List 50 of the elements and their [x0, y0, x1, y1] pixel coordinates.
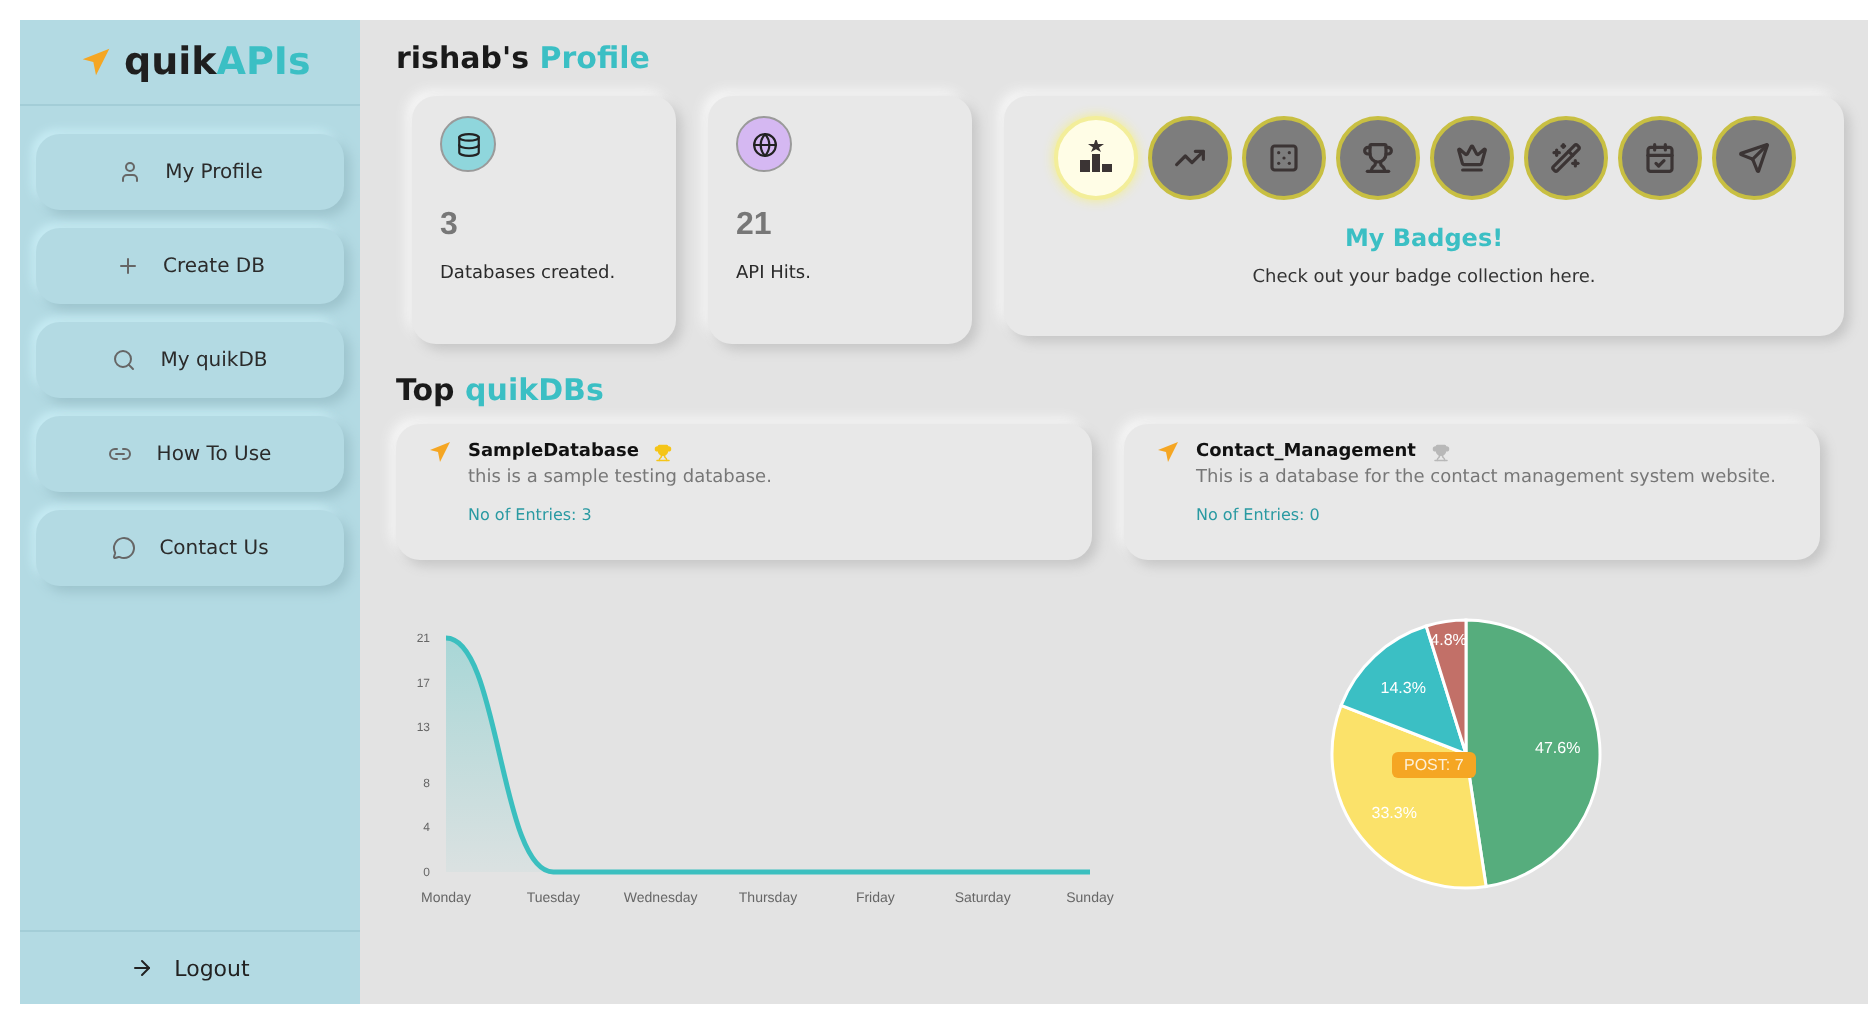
slice-label: 47.6% — [1535, 739, 1581, 758]
logout-button[interactable]: Logout — [118, 953, 262, 983]
achievement-badge[interactable] — [1147, 116, 1231, 200]
chat-bubble-icon — [111, 536, 136, 560]
magic-wand-icon — [1549, 142, 1581, 174]
arrow-right-icon — [130, 956, 155, 980]
database-description: This is a database for the contact management system website. — [1196, 468, 1778, 488]
user-icon — [117, 160, 142, 184]
achievement-badge[interactable] — [1241, 116, 1325, 200]
paper-plane-icon — [1737, 142, 1769, 174]
link-icon — [108, 442, 133, 466]
sidebar-item[interactable]: Contact Us — [36, 510, 344, 586]
achievement-badge[interactable] — [1335, 116, 1419, 200]
plus-icon — [115, 254, 140, 278]
search-icon — [112, 348, 137, 372]
paper-plane-icon — [428, 440, 452, 464]
entry-count: No of Entries: 3 — [468, 506, 594, 524]
achievement-badge[interactable] — [1617, 116, 1701, 200]
paper-plane-icon — [1156, 440, 1180, 464]
calendar-check-icon — [1643, 142, 1675, 174]
sidebar-item[interactable]: Create DB — [36, 228, 344, 304]
stat-value: 3 — [440, 208, 460, 244]
paper-plane-icon — [80, 46, 112, 78]
slice-label: 33.3% — [1371, 803, 1417, 822]
dice-icon — [1267, 142, 1299, 174]
sidebar-item[interactable]: My quikDB — [36, 322, 344, 398]
achievement-badge[interactable] — [1711, 116, 1795, 200]
badges-subtitle: Check out your badge collection here. — [1252, 268, 1596, 288]
slice-label: 14.3% — [1380, 678, 1426, 697]
database-name: Contact_Management — [1196, 442, 1416, 462]
achievement-badge[interactable] — [1429, 116, 1513, 200]
entry-count: No of Entries: 0 — [1196, 506, 1322, 524]
sidebar-item[interactable]: My Profile — [36, 134, 344, 210]
badges-title: My Badges! — [1344, 224, 1504, 252]
stat-label: Databases created. — [440, 264, 618, 284]
stat-value: 21 — [736, 208, 774, 244]
database-card[interactable]: SampleDatabase this is a sample testing database. No of Entries: 3 — [396, 424, 1092, 560]
sidebar-item[interactable]: How To Use — [36, 416, 344, 492]
podium-icon — [1077, 140, 1113, 176]
database-description: this is a sample testing database. — [468, 468, 774, 488]
section-title: Top quikDBs — [396, 372, 606, 408]
stat-label: API Hits. — [736, 264, 813, 284]
achievement-badge[interactable] — [1523, 116, 1607, 200]
trophy-icon — [1361, 142, 1393, 174]
logo: quikAPIs — [124, 40, 311, 84]
database-name: SampleDatabase — [468, 442, 639, 462]
crown-icon — [1455, 142, 1487, 174]
page-title: rishab's Profile — [396, 40, 652, 76]
chart-tooltip: POST: 7 — [1392, 752, 1476, 778]
database-card[interactable]: Contact_Management This is a database for the contact management system website. No of Entries: 0 — [1124, 424, 1820, 560]
